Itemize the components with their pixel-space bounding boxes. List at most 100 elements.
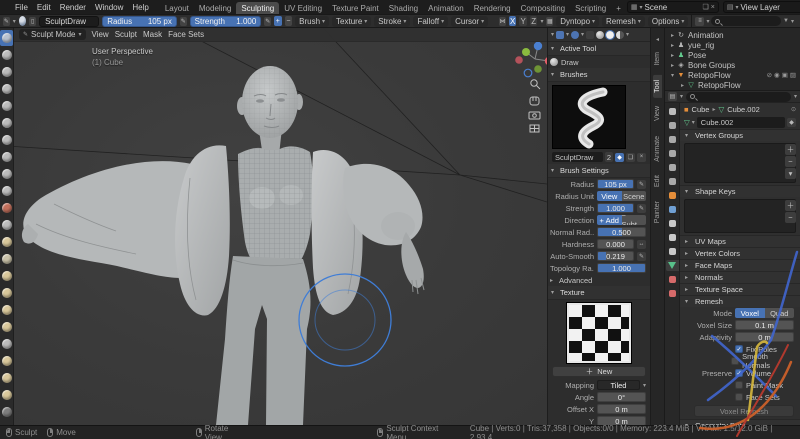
properties-tab-material[interactable] [666,274,679,285]
properties-tab-world[interactable] [666,176,679,187]
properties-tab-view-layer[interactable] [666,148,679,159]
falloff-sphere-icon[interactable] [596,31,604,39]
normal-radius-slider[interactable]: 0.500 [597,227,646,237]
remove-icon[interactable]: − [785,156,796,167]
menu-view[interactable]: View [92,30,109,39]
brush-preview[interactable] [552,85,626,149]
tab-animation[interactable]: Animation [423,2,469,14]
active-tool-panel-header[interactable]: ▾Active Tool [548,42,650,56]
tab-view[interactable]: View [653,101,662,126]
remesh-icon[interactable]: ▦ [546,17,553,26]
brush-elastic-deform[interactable] [0,285,13,301]
filter-icon[interactable]: ▼ [783,18,789,24]
filter-icon[interactable]: ▾ [794,93,797,100]
voxel-remesh-button[interactable]: Voxel Remesh [694,405,794,417]
collapse-icon[interactable]: ◂ [656,36,659,43]
brush-pinch[interactable] [0,251,13,267]
texture-popover[interactable]: Texture▾ [332,16,371,27]
radius-slider[interactable]: Radius105 px [102,16,177,27]
strength-pressure-icon[interactable]: ✎ [264,17,271,26]
offset-y-field[interactable]: 0 m [597,416,646,425]
properties-tab-render[interactable] [666,120,679,131]
hide-eye-icon[interactable]: ◉ [774,71,780,79]
properties-icon[interactable]: ▤ [668,92,677,101]
menu-file[interactable]: File [11,3,32,12]
cursor-popover[interactable]: Cursor▾ [451,16,488,27]
add-icon[interactable]: ＋ [785,144,796,155]
vertex-colors-header[interactable]: ▸Vertex Colors [680,247,800,259]
normals-header[interactable]: ▸Normals [680,271,800,283]
hardness-slider[interactable]: 0.000 [597,239,634,249]
outliner-search-input[interactable] [711,16,781,26]
mesh-name-field[interactable]: Cube.002 [697,117,785,128]
shape-keys-list[interactable]: ＋ − [684,199,796,233]
tab-edit[interactable]: Edit [653,170,662,192]
hardness-range-icon[interactable]: ↔ [637,240,646,249]
properties-tab-output[interactable] [666,134,679,145]
navigation-gizmo[interactable] [515,42,547,77]
outliner-row[interactable]: ▸♟ yue_rig [667,40,798,50]
unlink-icon[interactable]: × [637,153,646,162]
direction-add-toggle[interactable]: + [274,16,282,26]
viewport-nav-icons[interactable] [529,80,540,132]
display-mode-icon[interactable]: ≡ [695,17,704,26]
radius-pressure-icon[interactable]: ✎ [637,180,646,189]
brushes-panel-header[interactable]: ▾Brushes [548,68,650,82]
brush-settings-panel-header[interactable]: ▾Brush Settings [548,164,650,178]
brush-clay[interactable] [0,64,13,80]
offset-x-field[interactable]: 0 m [597,404,646,414]
radius-slider[interactable]: 105 px [597,179,634,189]
tab-sculpting[interactable]: Sculpting [236,2,279,14]
radius-pressure-icon[interactable]: ✎ [180,17,187,26]
user-count-badge[interactable]: 2 [605,152,613,162]
remove-icon[interactable]: − [785,212,796,223]
menu-mask[interactable]: Mask [143,30,162,39]
outliner-row[interactable]: ▾▼ RetopoFlow ⊘ ◉ ▣ ▨ [667,70,798,80]
smooth-normals-checkbox[interactable] [731,357,739,365]
properties-tab-object[interactable] [666,190,679,201]
brush-layer[interactable] [0,115,13,131]
outliner-row[interactable]: ▸▽ RetopoFlow [667,80,798,90]
properties-tab-object-data[interactable] [666,260,679,271]
properties-tab-constraints[interactable] [666,246,679,257]
falloff-popover[interactable]: Falloff▾ [413,16,448,27]
brush-fill[interactable] [0,217,13,233]
tab-painter[interactable]: Painter [653,196,662,228]
brush-pose[interactable] [0,336,13,352]
brush-scrape[interactable] [0,234,13,250]
brush-draw-sharp[interactable] [0,47,13,63]
properties-tab-physics[interactable] [666,232,679,243]
tab-layout[interactable]: Layout [160,2,194,14]
remesh-mode-segment[interactable]: VoxelQuad [735,308,794,318]
autosmooth-slider[interactable]: 0.219 [597,251,634,261]
vertex-groups-header[interactable]: ▾Vertex Groups [680,129,800,141]
brush-name-field[interactable]: SculptDraw [39,16,99,27]
adaptivity-field[interactable]: 0 m [735,332,794,342]
falloff-smooth-icon[interactable] [606,31,614,39]
symmetry-x-toggle[interactable]: X [509,16,517,26]
menu-help[interactable]: Help [128,3,152,12]
view-layer-selector[interactable]: ▤▾ View Layer ❏ [723,1,800,13]
texture-preview[interactable] [567,303,631,363]
properties-search-input[interactable] [686,92,791,102]
options-popover[interactable]: Options▾ [648,16,689,27]
symmetry-z-toggle[interactable]: Z [530,16,538,26]
add-icon[interactable]: ＋ [785,200,796,211]
stroke-mask-icon[interactable] [571,31,579,39]
texture-panel-header[interactable]: ▾Texture [548,286,650,300]
character-mesh[interactable] [22,66,424,425]
tab-compositing[interactable]: Compositing [516,2,570,14]
duplicate-icon[interactable]: ❏ [626,153,635,162]
breadcrumb-object[interactable]: Cube [692,105,710,114]
brush-blob[interactable] [0,149,13,165]
properties-tab-scene[interactable] [666,162,679,173]
close-icon[interactable]: × [711,4,715,11]
pin-icon[interactable]: ⊙ [791,106,796,113]
advanced-row[interactable]: ▸Advanced [548,274,650,286]
brush-crease[interactable] [0,166,13,182]
strength-slider[interactable]: 1.000 [597,203,634,213]
volume-checkbox[interactable]: ✓ [735,369,743,377]
menu-window[interactable]: Window [91,3,127,12]
remesh-popover[interactable]: Remesh▾ [602,16,645,27]
viewport-disable-icon[interactable]: ▣ [782,71,788,79]
